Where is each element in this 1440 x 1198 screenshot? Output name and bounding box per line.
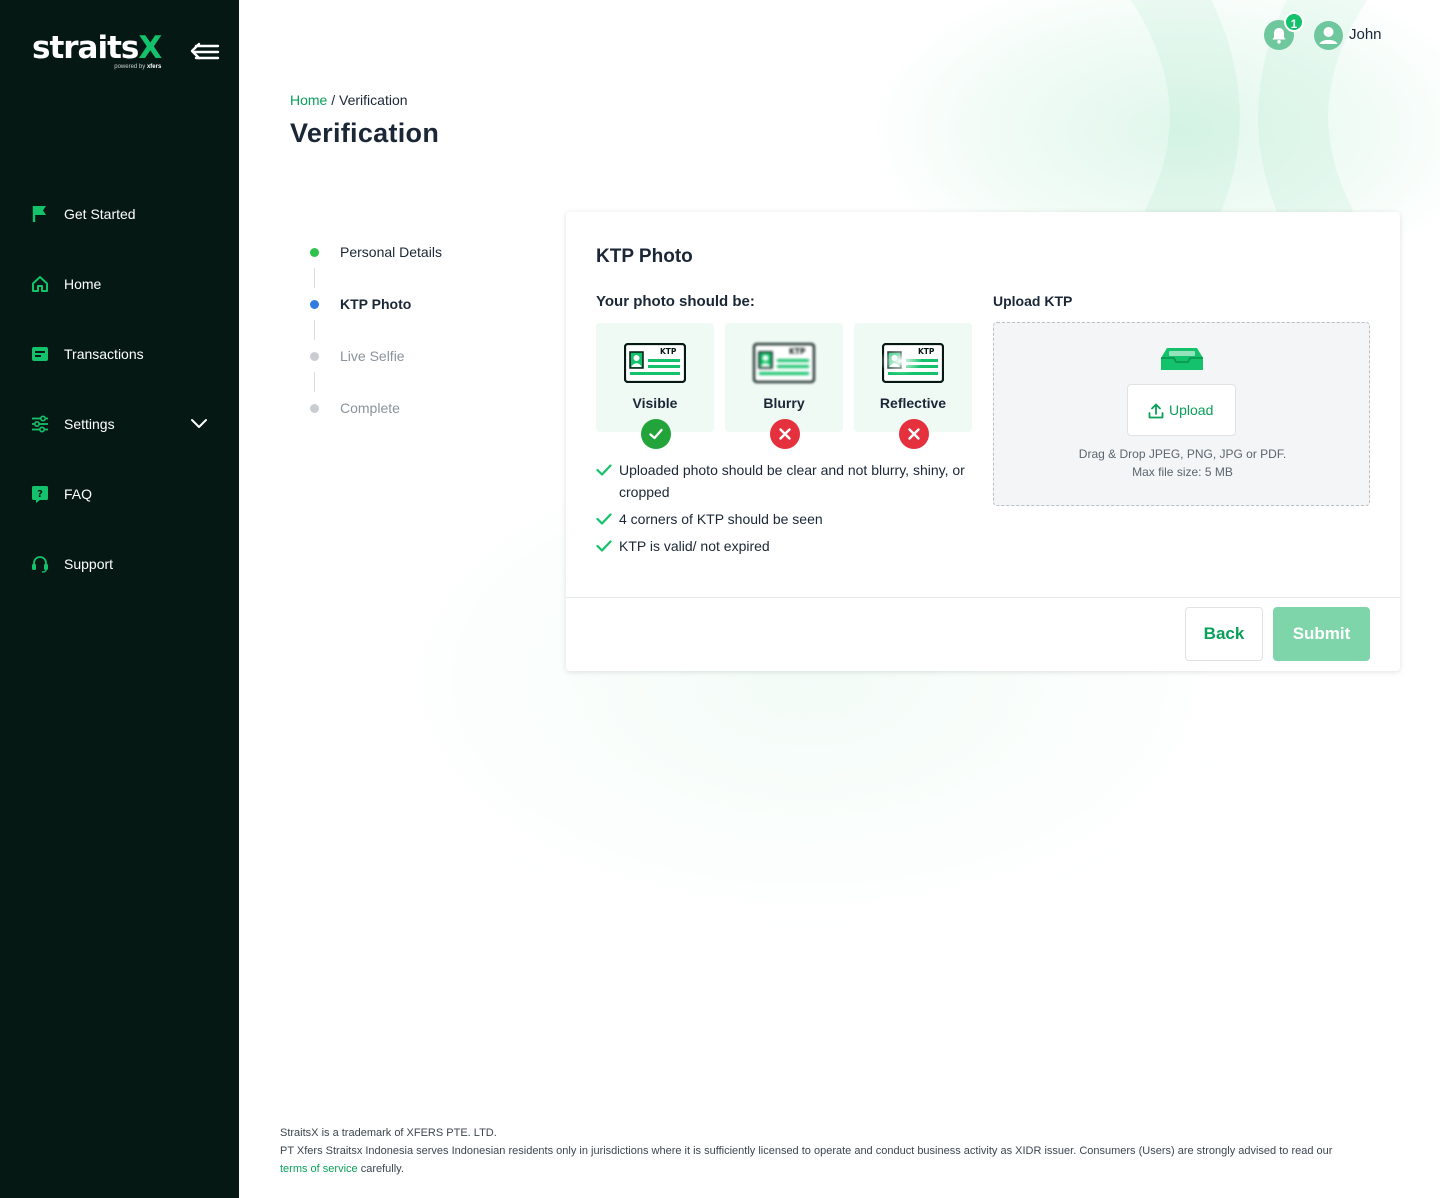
house-icon — [31, 275, 49, 293]
breadcrumb: Home / Verification — [290, 92, 408, 108]
flag-icon — [31, 205, 49, 223]
question-icon: ? — [31, 485, 49, 503]
step-label: KTP Photo — [340, 296, 412, 312]
sidebar-item-label: Settings — [64, 416, 115, 432]
breadcrumb-separator: / — [331, 92, 336, 108]
breadcrumb-home-link[interactable]: Home — [290, 92, 327, 108]
sidebar-item-get-started[interactable]: Get Started — [0, 180, 239, 248]
step-connector — [314, 320, 315, 340]
step-status-dot — [310, 404, 319, 413]
upload-button[interactable]: Upload — [1127, 384, 1236, 436]
svg-text:KTP: KTP — [789, 347, 806, 356]
footer-legal: PT Xfers Straitsx Indonesia serves Indon… — [280, 1145, 1333, 1157]
sidebar-item-label: FAQ — [64, 486, 93, 502]
footer-tos: terms of service carefully. — [280, 1163, 404, 1175]
step-personal-details: Personal Details — [309, 240, 529, 264]
sidebar: straitsX powered by xfers Get Started Ho… — [0, 0, 239, 1198]
chevron-down-icon[interactable] — [190, 416, 208, 432]
requirement-text: Uploaded photo should be clear and not b… — [619, 462, 965, 500]
sidebar-item-label: Transactions — [64, 346, 144, 362]
step-connector — [314, 372, 315, 392]
card-title: KTP Photo — [596, 246, 693, 267]
svg-text:?: ? — [37, 489, 43, 500]
svg-text:KTP: KTP — [660, 347, 677, 356]
guidelines-title: Your photo should be: — [596, 293, 755, 310]
step-status-dot — [310, 352, 319, 361]
upload-button-label: Upload — [1169, 402, 1214, 418]
example-visible: KTP Visible — [596, 323, 714, 432]
error-circle-icon — [770, 419, 800, 449]
page-title: Verification — [290, 118, 440, 148]
username[interactable]: John — [1349, 26, 1382, 43]
upload-title: Upload KTP — [993, 293, 1073, 309]
user-avatar-icon[interactable] — [1314, 21, 1343, 50]
terms-of-service-link[interactable]: terms of service — [280, 1163, 358, 1175]
back-button[interactable]: Back — [1185, 607, 1263, 661]
breadcrumb-current: Verification — [339, 92, 408, 108]
requirement-text: KTP is valid/ not expired — [619, 538, 770, 554]
sidebar-item-label: Home — [64, 276, 102, 292]
example-label: Reflective — [879, 395, 947, 411]
upload-size-hint: Max file size: 5 MB — [1132, 465, 1233, 479]
sidebar-item-label: Support — [64, 556, 114, 572]
footer-trademark: StraitsX is a trademark of XFERS PTE. LT… — [280, 1127, 497, 1139]
logo-wordmark: straitsX — [32, 30, 162, 66]
upload-arrow-icon — [1148, 403, 1164, 419]
error-circle-icon — [899, 419, 929, 449]
ktp-photo-card: KTP Photo Your photo should be: KTP Visi… — [566, 212, 1400, 671]
ktp-card-reflective-icon: KTP — [882, 343, 944, 383]
sidebar-item-label: Get Started — [64, 206, 136, 222]
step-label: Complete — [340, 400, 400, 416]
sliders-icon — [31, 415, 49, 433]
check-icon — [596, 540, 612, 552]
upload-drop-zone[interactable]: Upload Drag & Drop JPEG, PNG, JPG or PDF… — [993, 322, 1370, 506]
sidebar-item-transactions[interactable]: Transactions — [0, 320, 239, 388]
sidebar-item-settings[interactable]: Settings — [0, 390, 239, 458]
card-divider — [566, 597, 1400, 598]
notification-count-badge: 1 — [1284, 12, 1304, 32]
step-status-dot — [310, 300, 319, 309]
step-status-dot — [310, 248, 319, 257]
sidebar-item-faq[interactable]: ? FAQ — [0, 460, 239, 528]
step-ktp-photo: KTP Photo — [309, 292, 529, 316]
sidebar-item-support[interactable]: Support — [0, 530, 239, 598]
step-connector — [314, 268, 315, 288]
step-complete: Complete — [309, 396, 529, 420]
check-icon — [596, 513, 612, 525]
ktp-card-icon: KTP — [624, 343, 686, 383]
requirement-text: 4 corners of KTP should be seen — [619, 511, 823, 527]
submit-button[interactable]: Submit — [1273, 607, 1370, 661]
straitsx-logo[interactable]: straitsX powered by xfers — [32, 30, 162, 70]
headset-icon — [31, 555, 49, 573]
logo-tagline: powered by xfers — [114, 64, 162, 70]
example-label: Visible — [632, 395, 678, 411]
wallet-icon — [31, 345, 49, 363]
sidebar-item-home[interactable]: Home — [0, 250, 239, 318]
ktp-card-blurry-icon: KTP — [753, 343, 815, 383]
footer-disclaimer: StraitsX is a trademark of XFERS PTE. LT… — [280, 1124, 1400, 1178]
check-icon — [596, 464, 612, 476]
example-reflective: KTP Reflective — [854, 323, 972, 432]
inbox-tray-icon — [1161, 348, 1203, 370]
collapse-menu-icon[interactable] — [190, 40, 220, 64]
step-label: Personal Details — [340, 244, 442, 260]
step-live-selfie: Live Selfie — [309, 344, 529, 368]
example-blurry: KTP Blurry — [725, 323, 843, 432]
main-content: 1 John Home / Verification Verification … — [239, 0, 1440, 1198]
upload-format-hint: Drag & Drop JPEG, PNG, JPG or PDF. — [1078, 447, 1287, 461]
example-label: Blurry — [763, 395, 805, 411]
step-label: Live Selfie — [340, 348, 405, 364]
check-circle-icon — [641, 419, 671, 449]
